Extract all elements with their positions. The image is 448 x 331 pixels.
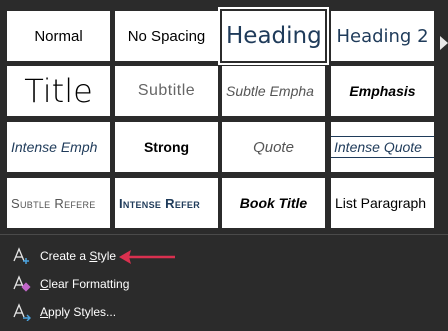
style-tile-normal[interactable]: Normal bbox=[7, 11, 110, 61]
label-part: lear Formatting bbox=[48, 277, 130, 291]
clear-formatting-label: Clear Formatting bbox=[40, 277, 129, 291]
style-label: Normal bbox=[34, 27, 83, 45]
style-label: List Paragraph bbox=[335, 195, 427, 211]
label-part: Create a bbox=[40, 249, 90, 263]
style-tile-intense-quote[interactable]: Intense Quote bbox=[331, 122, 434, 172]
label-part: tyle bbox=[97, 249, 117, 263]
styles-gallery: Normal No Spacing Heading Heading 2 Titl… bbox=[0, 0, 448, 234]
apply-styles-label: Apply Styles... bbox=[40, 305, 116, 319]
style-tile-subtle-emphasis[interactable]: Subtle Empha bbox=[222, 66, 325, 116]
clear-formatting-icon bbox=[12, 275, 32, 293]
style-tile-list-paragraph[interactable]: List Paragraph bbox=[331, 178, 434, 228]
label-part: pply Styles... bbox=[48, 305, 117, 319]
apply-styles-icon bbox=[12, 303, 32, 322]
style-label: Book Title bbox=[239, 195, 308, 211]
access-key: C bbox=[40, 277, 49, 291]
style-label: Intense Emph bbox=[11, 139, 98, 155]
scroll-right-arrow-icon[interactable] bbox=[440, 36, 448, 50]
style-label: Emphasis bbox=[349, 83, 416, 99]
style-label: No Spacing bbox=[127, 27, 206, 45]
style-label: Heading 2 bbox=[336, 25, 429, 47]
apply-styles-menu-item[interactable]: Apply Styles... bbox=[0, 299, 448, 325]
style-label: Title bbox=[24, 72, 93, 110]
style-tile-intense-emphasis[interactable]: Intense Emph bbox=[7, 122, 110, 172]
red-arrow-annotation bbox=[119, 250, 175, 264]
style-tile-strong[interactable]: Strong bbox=[115, 122, 218, 172]
style-label: Heading bbox=[226, 23, 322, 49]
style-label: Quote bbox=[253, 138, 294, 156]
style-label: Strong bbox=[143, 139, 190, 155]
style-add-icon bbox=[12, 247, 32, 265]
style-tile-intense-reference[interactable]: Intense Refer bbox=[115, 178, 218, 228]
style-label: Intense Refer bbox=[119, 195, 201, 211]
create-style-menu-item[interactable]: Create a Style bbox=[0, 243, 448, 269]
style-tile-subtle-reference[interactable]: Subtle Refere bbox=[7, 178, 110, 228]
style-tile-quote[interactable]: Quote bbox=[222, 122, 325, 172]
access-key: A bbox=[40, 305, 49, 319]
style-tile-no-spacing[interactable]: No Spacing bbox=[115, 11, 218, 61]
create-style-label: Create a Style bbox=[40, 249, 116, 263]
style-label: Subtle Empha bbox=[226, 83, 314, 99]
style-tile-emphasis[interactable]: Emphasis bbox=[331, 66, 434, 116]
style-tile-heading[interactable]: Heading bbox=[218, 7, 329, 65]
clear-formatting-menu-item[interactable]: Clear Formatting bbox=[0, 271, 448, 297]
style-tile-book-title[interactable]: Book Title bbox=[222, 178, 325, 228]
style-tile-title[interactable]: Title bbox=[7, 66, 110, 116]
menu-divider bbox=[0, 234, 448, 235]
style-tile-subtitle[interactable]: Subtitle bbox=[115, 66, 218, 116]
style-label: Intense Quote bbox=[331, 136, 434, 158]
style-label: Subtitle bbox=[137, 82, 196, 99]
style-label: Subtle Refere bbox=[11, 195, 96, 211]
style-tile-heading-2[interactable]: Heading 2 bbox=[331, 11, 434, 61]
